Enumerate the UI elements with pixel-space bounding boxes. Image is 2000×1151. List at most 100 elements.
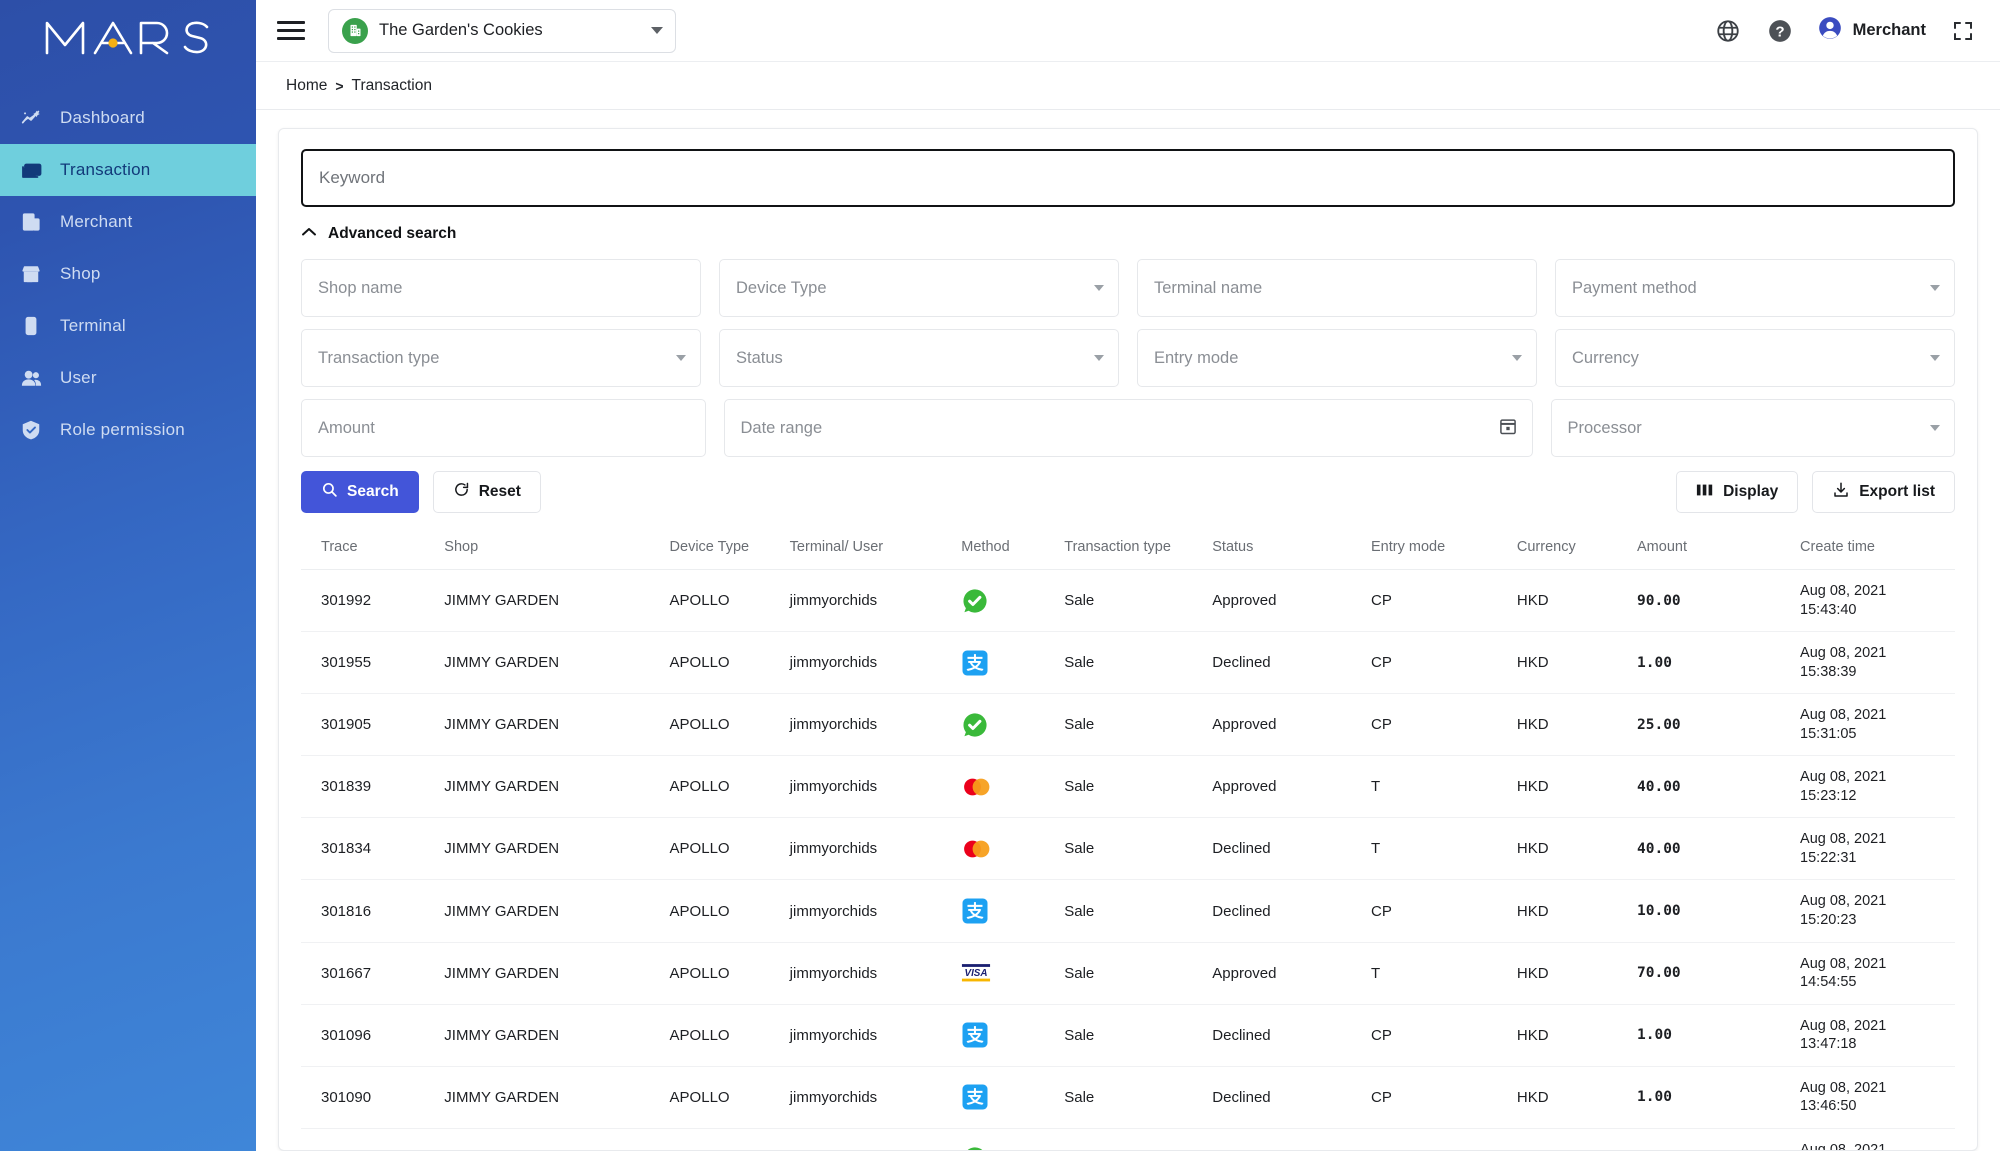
cell-device-type: APOLLO — [663, 879, 784, 943]
sidebar-item-label: Role permission — [60, 420, 185, 439]
cell-transaction-type: Sale — [1058, 817, 1207, 881]
table-row[interactable]: 301090 JIMMY GARDEN APOLLO jimmyorchids 支 Sal… — [301, 1066, 1955, 1129]
cell-status: Approved — [1206, 693, 1365, 757]
breadcrumb-home[interactable]: Home — [286, 77, 327, 95]
create-date: Aug 08, 2021 — [1800, 1079, 1887, 1096]
cell-entry-mode: CP — [1365, 631, 1511, 695]
sidebar-item-label: User — [60, 368, 97, 387]
create-clock: 14:54:55 — [1800, 974, 1857, 991]
cell-entry-mode: T — [1365, 817, 1511, 881]
column-header-trace[interactable]: Trace — [301, 529, 439, 570]
sidebar-item-transaction[interactable]: Transaction — [0, 144, 256, 196]
table-row[interactable]: 301068JIMMY GARDENAPOLLOjimmyorchids Sale… — [301, 1128, 1955, 1150]
table-tools: Display Export list — [1676, 471, 1955, 513]
table-row[interactable]: 301667 JIMMY GARDEN APOLLO jimmyorchids VISA… — [301, 942, 1955, 1005]
alipay-icon: 支 — [955, 631, 1059, 695]
refresh-icon — [453, 481, 470, 503]
device-type-select[interactable]: Device Type — [719, 259, 1119, 317]
status-select[interactable]: Status — [719, 329, 1119, 387]
search-button[interactable]: Search — [301, 471, 419, 513]
hamburger-icon[interactable] — [274, 14, 308, 48]
account-menu[interactable]: Merchant — [1817, 15, 1926, 46]
export-list-button-label: Export list — [1859, 483, 1935, 500]
cell-device-type: APOLLO — [663, 1066, 784, 1129]
reset-button[interactable]: Reset — [432, 471, 541, 513]
cell-currency: HKD — [1510, 879, 1631, 943]
table-row[interactable]: 301816 JIMMY GARDEN APOLLO jimmyorchids 支 Sal… — [301, 879, 1955, 943]
cell-trace: 301667 — [301, 942, 439, 1005]
help-circle-icon[interactable]: ? — [1765, 16, 1795, 46]
table-row[interactable]: 301992 JIMMY GARDEN APOLLO jimmyorchids Sale… — [301, 569, 1955, 633]
create-date: Aug 08, 2021 — [1800, 1017, 1887, 1034]
chevron-down-icon — [1512, 355, 1522, 361]
columns-icon — [1696, 482, 1714, 503]
column-header-method[interactable]: Method — [955, 529, 1059, 570]
cell-amount: 1.00 — [1631, 1066, 1795, 1129]
account-circle-icon — [1817, 15, 1843, 46]
cell-trace: 301834 — [301, 817, 439, 881]
merchant-selector[interactable]: The Garden's Cookies — [328, 8, 676, 53]
alipay-icon: 支 — [961, 1082, 991, 1112]
cell-status: Declined — [1206, 631, 1365, 695]
column-header-amount[interactable]: Amount — [1631, 529, 1795, 570]
column-header-transaction-type[interactable]: Transaction type — [1058, 529, 1207, 570]
cell-trace: 301816 — [301, 879, 439, 943]
table-row[interactable]: 301834 JIMMY GARDEN APOLLO jimmyorchids Sale… — [301, 817, 1955, 881]
processor-select[interactable]: Processor — [1550, 399, 1955, 457]
cell-amount: 1.00 — [1631, 1004, 1795, 1067]
chevron-down-icon — [1094, 355, 1104, 361]
field-placeholder: Amount — [318, 418, 375, 437]
table-row[interactable]: 301905 JIMMY GARDEN APOLLO jimmyorchids Sale… — [301, 693, 1955, 757]
visa-icon: VISA — [955, 942, 1059, 1005]
terminal-name-field[interactable]: Terminal name — [1137, 259, 1537, 317]
create-clock: 15:20:23 — [1800, 912, 1857, 929]
table-row[interactable]: 301839 JIMMY GARDEN APOLLO jimmyorchids Sale… — [301, 755, 1955, 819]
cell-trace: 301955 — [301, 631, 439, 695]
field-placeholder: Date range — [740, 418, 823, 437]
create-date: Aug 08, 2021 — [1800, 769, 1887, 786]
column-header-currency[interactable]: Currency — [1510, 529, 1631, 570]
display-button[interactable]: Display — [1676, 471, 1799, 513]
globe-icon[interactable] — [1713, 16, 1743, 46]
sidebar-item-role-permission[interactable]: Role permission — [0, 404, 256, 456]
column-header-shop[interactable]: Shop — [438, 529, 664, 570]
column-header-create-time[interactable]: Create time — [1794, 529, 1955, 570]
cell-transaction-type: Sale — [1058, 1004, 1207, 1067]
sidebar-item-shop[interactable]: Shop — [0, 248, 256, 300]
cell-currency: HKD — [1510, 942, 1631, 1005]
fullscreen-icon[interactable] — [1948, 16, 1978, 46]
column-header-status[interactable]: Status — [1206, 529, 1365, 570]
column-header-device-type[interactable]: Device Type — [663, 529, 784, 570]
cell-create-time: Aug 08, 2021 15:38:39 — [1794, 631, 1955, 695]
cell-device-type: APOLLO — [664, 1128, 784, 1150]
table-row[interactable]: 301955 JIMMY GARDEN APOLLO jimmyorchids 支 Sal… — [301, 631, 1955, 695]
create-date: Aug 08, 2021 — [1800, 831, 1887, 848]
currency-select[interactable]: Currency — [1555, 329, 1955, 387]
banknote-icon — [18, 157, 44, 183]
sidebar-item-merchant[interactable]: Merchant — [0, 196, 256, 248]
create-date: Aug 08, 2021 — [1800, 955, 1887, 972]
search-input[interactable]: Keyword — [301, 149, 1955, 207]
sidebar-item-dashboard[interactable]: Dashboard — [0, 92, 256, 144]
entry-mode-select[interactable]: Entry mode — [1137, 329, 1537, 387]
table-row[interactable]: 301096 JIMMY GARDEN APOLLO jimmyorchids 支 Sal… — [301, 1004, 1955, 1067]
advanced-search-toggle[interactable]: Advanced search — [301, 225, 1955, 243]
calendar-icon[interactable] — [1498, 416, 1518, 441]
field-placeholder: Terminal name — [1154, 278, 1263, 297]
cell-amount: 10.00 — [1631, 879, 1795, 943]
column-header-terminal-user[interactable]: Terminal/ User — [783, 529, 956, 570]
building-icon — [342, 17, 368, 44]
cell-amount: 40.00 — [1631, 817, 1795, 881]
export-list-button[interactable]: Export list — [1812, 471, 1955, 513]
svg-text:?: ? — [1775, 23, 1784, 40]
amount-field[interactable]: Amount — [301, 399, 706, 457]
column-header-entry-mode[interactable]: Entry mode — [1365, 529, 1511, 570]
sidebar-item-terminal[interactable]: Terminal — [0, 300, 256, 352]
cell-amount: 70.00 — [1631, 942, 1795, 1005]
wechat-pay-icon — [961, 710, 991, 740]
date-range-field[interactable]: Date range — [723, 399, 1533, 457]
payment-method-select[interactable]: Payment method — [1555, 259, 1955, 317]
sidebar-item-user[interactable]: User — [0, 352, 256, 404]
shop-name-field[interactable]: Shop name — [301, 259, 701, 317]
transaction-type-select[interactable]: Transaction type — [301, 329, 701, 387]
